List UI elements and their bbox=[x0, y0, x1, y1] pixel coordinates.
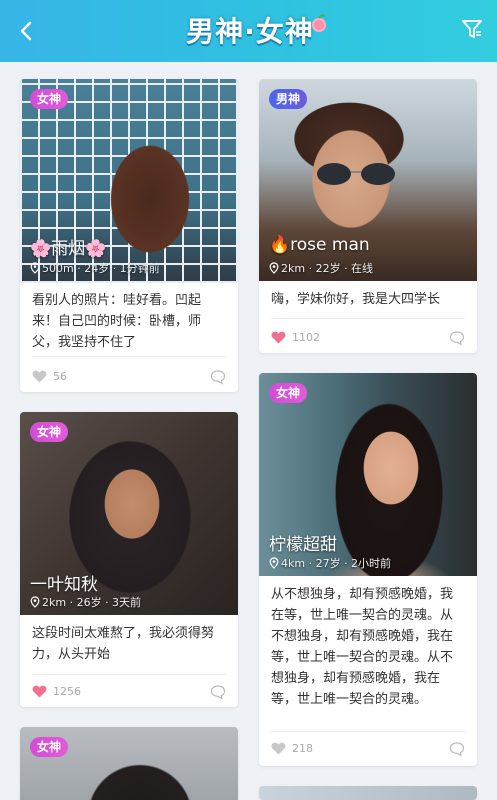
like-count: 56 bbox=[53, 370, 67, 383]
profile-photo[interactable]: 女神 一叶知秋 2km · 26岁 · 3天前 bbox=[20, 412, 238, 615]
profile-name: 🔥rose man bbox=[269, 235, 370, 255]
category-tag: 男神 bbox=[269, 89, 308, 109]
like-count: 1256 bbox=[53, 685, 81, 698]
comment-icon[interactable] bbox=[449, 330, 465, 346]
comment-icon[interactable] bbox=[210, 684, 226, 700]
profile-meta-text: 2km · 26岁 · 3天前 bbox=[42, 596, 142, 609]
back-button[interactable] bbox=[14, 18, 40, 44]
heart-icon bbox=[271, 742, 286, 755]
profile-name: 柠檬超甜 bbox=[269, 535, 337, 555]
profile-meta-text: 2km · 22岁 · 在线 bbox=[281, 262, 374, 275]
profile-meta: 500m · 24岁 · 1分钟前 bbox=[30, 260, 160, 276]
profile-description: 这段时间太难熬了，我必须得努力，从头开始 bbox=[32, 626, 215, 662]
profile-photo[interactable]: 女神 🌸雨烟🌸 500m · 24岁 · 1分钟前 bbox=[20, 79, 238, 283]
comment-icon[interactable] bbox=[449, 741, 465, 757]
profile-description: 嗨，学妹你好，我是大四学长 bbox=[271, 292, 441, 307]
profile-card[interactable]: 女神 一叶知秋 2km · 26岁 · 3天前 这段时间太难熬了，我必须得努力，… bbox=[20, 412, 238, 707]
like-button[interactable]: 56 bbox=[32, 370, 67, 383]
filter-button[interactable] bbox=[459, 16, 485, 42]
category-tag: 女神 bbox=[30, 422, 69, 442]
profile-name: 🌸雨烟🌸 bbox=[30, 239, 107, 259]
like-count: 218 bbox=[292, 742, 313, 755]
location-pin-icon bbox=[269, 262, 279, 274]
like-button[interactable]: 1256 bbox=[32, 685, 81, 698]
category-tag: 女神 bbox=[269, 383, 308, 403]
heart-icon bbox=[271, 331, 286, 344]
heart-icon bbox=[32, 685, 47, 698]
profile-meta-text: 4km · 27岁 · 2小时前 bbox=[281, 557, 392, 570]
category-tag: 女神 bbox=[30, 89, 69, 109]
profile-meta-text: 500m · 24岁 · 1分钟前 bbox=[42, 262, 160, 275]
comment-icon[interactable] bbox=[210, 369, 226, 385]
sunglasses-icon bbox=[317, 163, 395, 185]
location-pin-icon bbox=[30, 262, 40, 274]
profile-meta: 2km · 22岁 · 在线 bbox=[269, 260, 373, 276]
profile-card[interactable]: 女神 柠檬超甜 4km · 27岁 · 2小时前 从不想独身，却有预感晚婚，我在… bbox=[259, 373, 477, 766]
profile-photo[interactable]: 女神 bbox=[20, 727, 238, 800]
profile-photo[interactable]: 女神 柠檬超甜 4km · 27岁 · 2小时前 bbox=[259, 373, 477, 576]
divider bbox=[32, 674, 226, 675]
profile-description: 从不想独身，却有预感晚婚，我在等，世上唯一契合的灵魂。从不想独身，却有预感晚婚，… bbox=[271, 587, 454, 707]
page-title: 男神·女神 bbox=[186, 15, 314, 48]
like-count: 1102 bbox=[292, 331, 320, 344]
profile-card[interactable]: 男神 🔥rose man 2km · 22岁 · 在线 嗨，学妹你好，我是大四学… bbox=[259, 79, 477, 353]
location-pin-icon bbox=[269, 557, 279, 569]
profile-photo[interactable]: 男神 🔥rose man 2km · 22岁 · 在线 bbox=[259, 79, 477, 281]
page-title-wrap: 男神·女神 bbox=[160, 10, 340, 50]
location-pin-icon bbox=[30, 596, 40, 608]
top-bar: 男神·女神 bbox=[0, 0, 497, 62]
like-button[interactable]: 1102 bbox=[271, 331, 320, 344]
profile-photo[interactable] bbox=[259, 786, 477, 800]
profile-name: 一叶知秋 bbox=[30, 575, 98, 595]
divider bbox=[271, 318, 465, 319]
divider bbox=[32, 356, 226, 357]
category-tag: 女神 bbox=[30, 737, 69, 757]
profile-meta: 2km · 26岁 · 3天前 bbox=[30, 594, 141, 610]
filter-icon bbox=[462, 20, 482, 38]
peach-decoration-icon bbox=[312, 14, 326, 32]
profile-card[interactable] bbox=[259, 786, 477, 800]
like-button[interactable]: 218 bbox=[271, 742, 313, 755]
chevron-left-icon bbox=[20, 21, 32, 41]
heart-icon bbox=[32, 370, 47, 383]
profile-card[interactable]: 女神 🌸雨烟🌸 500m · 24岁 · 1分钟前 看别人的照片：哇好看。凹起来… bbox=[20, 79, 238, 392]
profile-card[interactable]: 女神 bbox=[20, 727, 238, 800]
profile-meta: 4km · 27岁 · 2小时前 bbox=[269, 555, 391, 571]
profile-description: 看别人的照片：哇好看。凹起来！自己凹的时候：卧槽，师父，我坚持不住了 bbox=[32, 293, 202, 350]
divider bbox=[271, 731, 465, 732]
